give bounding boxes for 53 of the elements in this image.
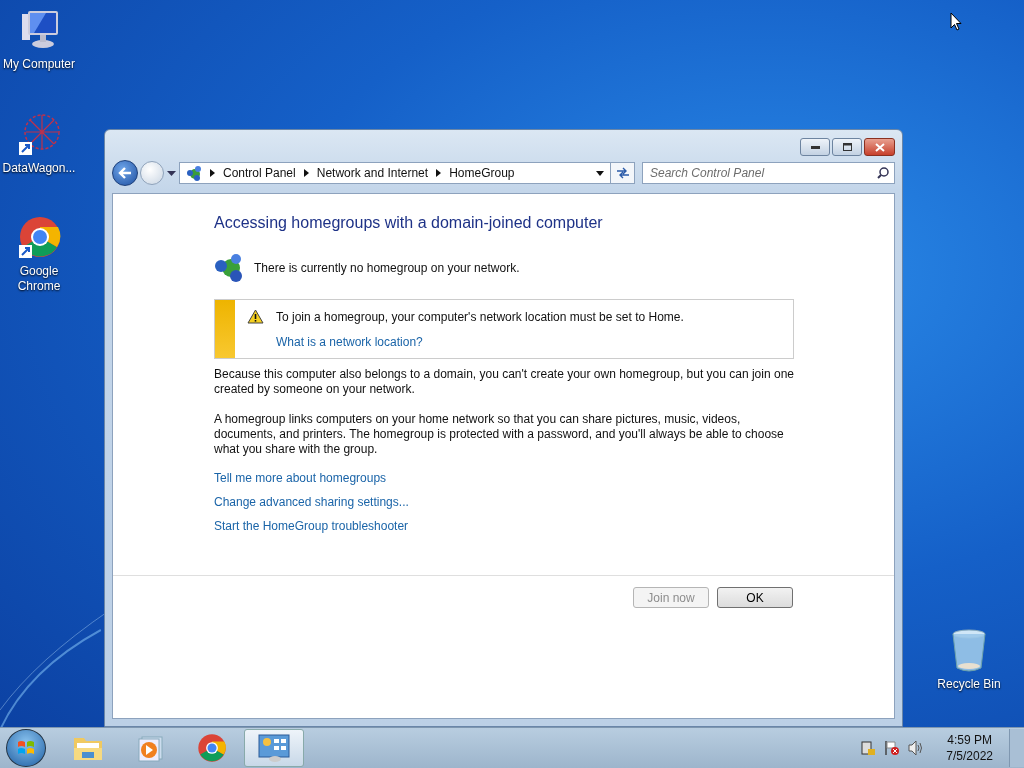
address-bar[interactable]: Control Panel Network and Internet HomeGroup	[179, 162, 611, 184]
clock[interactable]: 4:59 PM 7/5/2022	[946, 732, 993, 764]
page-heading: Accessing homegroups with a domain-joined computer	[214, 214, 604, 232]
desktop-icon-label[interactable]: Google Chrome	[0, 264, 78, 294]
close-icon	[874, 142, 885, 152]
clock-date: 7/5/2022	[946, 748, 993, 764]
mouse-cursor-icon	[950, 12, 962, 31]
taskbar-button[interactable]	[244, 729, 304, 767]
start-button[interactable]	[6, 729, 46, 767]
status-text: There is currently no homegroup on your network.	[254, 261, 520, 275]
minimize-button[interactable]	[800, 138, 830, 156]
minimize-icon	[810, 145, 820, 149]
control-panel-icon	[258, 733, 290, 763]
description-paragraph: Because this computer also belongs to a domain, you can't create your own homegroup, but you can join one created by someone on your network.	[214, 367, 794, 397]
chrome-icon[interactable]	[16, 215, 62, 261]
description-paragraph: A homegroup links computers on your home network so that you can share pictures, music, videos, documents, and printers. The homegroup is protected with a password, and you'll always be able to choose what you share with the group.	[214, 412, 785, 457]
network-icon[interactable]	[860, 740, 877, 756]
help-link[interactable]: Change advanced sharing settings...	[214, 495, 409, 509]
breadcrumb-item[interactable]: Control Panel	[223, 166, 296, 180]
back-arrow-icon	[118, 167, 132, 179]
warning-stripe	[215, 300, 235, 358]
network-graph-icon[interactable]	[16, 112, 62, 158]
dropdown-arrow-icon[interactable]	[596, 170, 604, 176]
back-button[interactable]	[112, 160, 138, 186]
desktop-icon-label[interactable]: Recycle Bin	[930, 677, 1008, 692]
warning-text: To join a homegroup, your computer's network location must be set to Home.	[276, 310, 684, 324]
breadcrumb-item[interactable]: Network and Internet	[316, 166, 429, 180]
search-icon	[877, 167, 889, 179]
help-link[interactable]: Start the HomeGroup troubleshooter	[214, 519, 409, 533]
search-field[interactable]: Search Control Panel	[642, 162, 895, 184]
network-location-link[interactable]: What is a network location?	[276, 335, 684, 349]
breadcrumb-arrow-icon[interactable]	[436, 169, 442, 177]
clock-time: 4:59 PM	[947, 732, 992, 748]
maximize-icon	[842, 143, 852, 151]
dropdown-arrow-icon[interactable]	[167, 170, 176, 176]
breadcrumb-item[interactable]: HomeGroup	[449, 166, 515, 180]
media-player-icon	[136, 734, 164, 762]
refresh-icon	[615, 167, 630, 179]
help-link[interactable]: Tell me more about homegroups	[214, 471, 387, 485]
desktop-icon-label[interactable]: DataWagon...	[0, 161, 78, 176]
speaker-icon[interactable]	[908, 740, 925, 756]
chrome-icon	[197, 733, 227, 763]
breadcrumb-arrow-icon[interactable]	[303, 169, 309, 177]
warning-icon	[247, 309, 264, 324]
flag-icon[interactable]	[884, 740, 901, 756]
homegroup-icon	[186, 165, 202, 181]
refresh-button[interactable]	[611, 162, 635, 184]
desktop-icon-label[interactable]: My Computer	[0, 57, 78, 72]
dialog-button[interactable]: OK	[717, 587, 793, 608]
breadcrumb-arrow-icon[interactable]	[210, 169, 215, 177]
close-button[interactable]	[864, 138, 895, 156]
windows-logo-icon	[17, 740, 35, 756]
maximize-button[interactable]	[832, 138, 862, 156]
